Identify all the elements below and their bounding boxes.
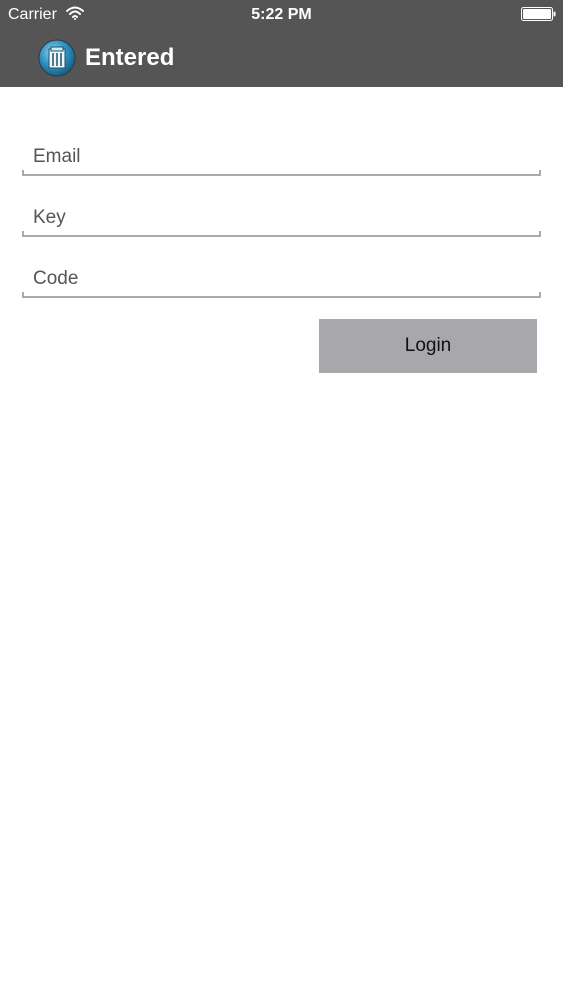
key-field-underline: [22, 231, 541, 237]
battery-icon: [521, 7, 556, 21]
key-field[interactable]: [22, 203, 541, 233]
status-time: 5:22 PM: [251, 6, 312, 23]
code-field[interactable]: [22, 264, 541, 294]
email-field-underline: [22, 170, 541, 176]
code-field-underline: [22, 292, 541, 298]
login-button[interactable]: Login: [319, 319, 537, 373]
page-title: Entered: [85, 44, 175, 71]
email-field[interactable]: [22, 142, 541, 172]
key-field-container: [22, 203, 541, 237]
app-logo-icon: [38, 39, 76, 77]
code-field-container: [22, 264, 541, 298]
navigation-bar: Carrier 5:22 PM Entered: [0, 0, 563, 87]
email-field-container: [22, 142, 541, 176]
